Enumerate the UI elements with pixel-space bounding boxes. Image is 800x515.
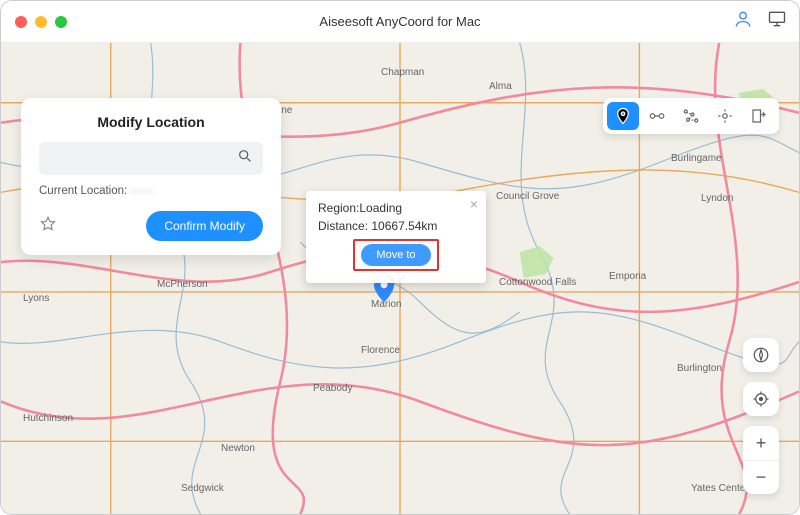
titlebar: Aiseesoft AnyCoord for Mac bbox=[1, 1, 799, 43]
map-side-controls: + − bbox=[743, 338, 779, 494]
display-icon[interactable] bbox=[767, 9, 787, 34]
current-location-label: Current Location: bbox=[39, 185, 127, 197]
mode-toolbar bbox=[603, 98, 779, 134]
app-title: Aiseesoft AnyCoord for Mac bbox=[1, 14, 799, 29]
search-icon[interactable] bbox=[237, 148, 253, 169]
joystick-mode-button[interactable] bbox=[709, 102, 741, 130]
popup-distance-value: 10667.54km bbox=[371, 219, 437, 233]
app-window: Aiseesoft AnyCoord for Mac bbox=[0, 0, 800, 515]
window-controls bbox=[15, 16, 67, 28]
location-search-input[interactable] bbox=[49, 152, 237, 166]
popup-distance-label: Distance: bbox=[318, 219, 368, 233]
minimize-window-button[interactable] bbox=[35, 16, 47, 28]
popup-region-row: Region:Loading bbox=[318, 201, 474, 215]
popup-close-icon[interactable]: × bbox=[470, 197, 478, 211]
one-stop-mode-button[interactable] bbox=[641, 102, 673, 130]
location-popup: × Region:Loading Distance: 10667.54km Mo… bbox=[306, 191, 486, 283]
zoom-in-button[interactable]: + bbox=[743, 426, 779, 460]
compass-button[interactable] bbox=[743, 338, 779, 372]
current-location-value: —— bbox=[130, 185, 153, 197]
account-icon[interactable] bbox=[733, 9, 753, 34]
panel-heading: Modify Location bbox=[39, 114, 263, 130]
confirm-modify-button[interactable]: Confirm Modify bbox=[146, 211, 263, 241]
popup-region-value: Loading bbox=[359, 201, 402, 215]
popup-distance-row: Distance: 10667.54km bbox=[318, 219, 474, 233]
map-canvas[interactable]: Abilene Chapman Alma Council Grove McPhe… bbox=[1, 43, 799, 514]
modify-location-panel: Modify Location Current Location: —— Con… bbox=[21, 98, 281, 255]
modify-location-mode-button[interactable] bbox=[607, 102, 639, 130]
zoom-out-button[interactable]: − bbox=[743, 460, 779, 494]
export-gpx-button[interactable] bbox=[743, 102, 775, 130]
favorite-star-icon[interactable] bbox=[39, 215, 57, 238]
popup-region-label: Region: bbox=[318, 201, 359, 215]
close-window-button[interactable] bbox=[15, 16, 27, 28]
locate-me-button[interactable] bbox=[743, 382, 779, 416]
multi-stop-mode-button[interactable] bbox=[675, 102, 707, 130]
move-to-button[interactable]: Move to bbox=[361, 244, 430, 266]
fullscreen-window-button[interactable] bbox=[55, 16, 67, 28]
moveto-highlight-box: Move to bbox=[353, 239, 439, 271]
current-location-row: Current Location: —— bbox=[39, 185, 263, 197]
location-search-box[interactable] bbox=[39, 142, 263, 175]
